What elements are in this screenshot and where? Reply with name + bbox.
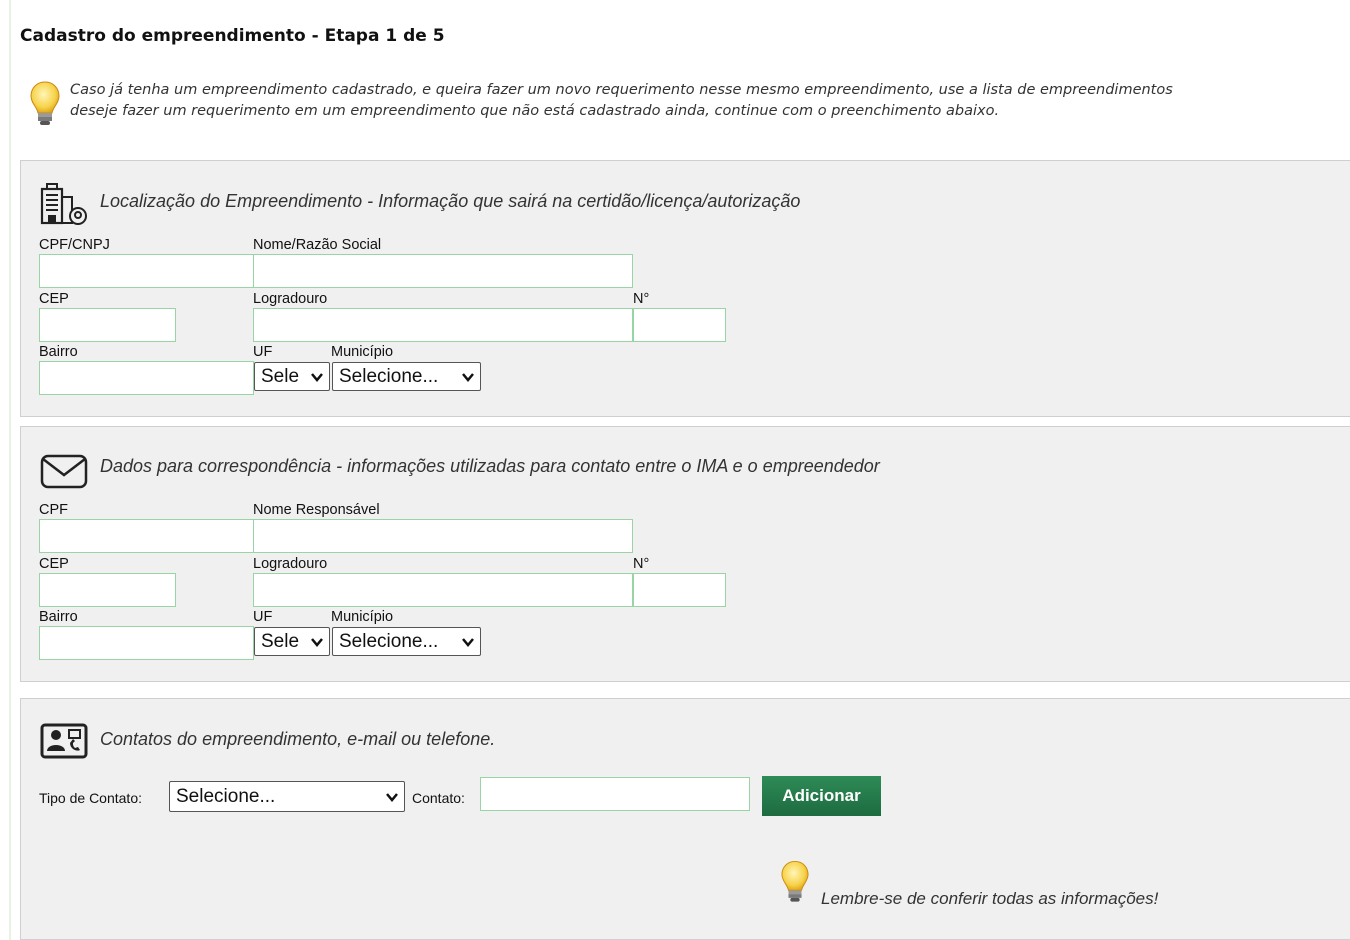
uf-select[interactable]: Sele bbox=[254, 362, 330, 391]
envelope-icon bbox=[40, 454, 88, 489]
correspondence-panel: Dados para correspondência - informações… bbox=[20, 426, 1350, 682]
correspondence-title: Dados para correspondência - informações… bbox=[100, 456, 880, 476]
tip-line-2: deseje fazer um requerimento em um empre… bbox=[70, 103, 1000, 119]
cep-label: CEP bbox=[39, 556, 69, 572]
left-rule bbox=[9, 0, 11, 940]
lightbulb-icon bbox=[781, 860, 809, 902]
city-label: Município bbox=[331, 609, 394, 625]
chevron-down-icon bbox=[462, 372, 474, 382]
uf-select-value: Sele bbox=[261, 630, 300, 652]
chevron-down-icon bbox=[311, 372, 323, 382]
page-title: Cadastro do empreendimento - Etapa 1 de … bbox=[20, 26, 445, 46]
tip-line-1: Caso já tenha um empreendimento cadastra… bbox=[70, 82, 1173, 98]
location-panel: Localização do Empreendimento - Informaç… bbox=[20, 160, 1350, 417]
cpf-cnpj-label: CPF/CNPJ bbox=[39, 237, 110, 253]
name-input[interactable] bbox=[253, 254, 633, 288]
contact-card-icon bbox=[40, 723, 88, 759]
district-label: Bairro bbox=[39, 344, 78, 360]
responsible-name-input[interactable] bbox=[253, 519, 633, 553]
street-label: Logradouro bbox=[253, 556, 328, 572]
street-input[interactable] bbox=[253, 573, 633, 607]
contacts-panel: Contatos do empreendimento, e-mail ou te… bbox=[20, 698, 1350, 940]
number-input[interactable] bbox=[633, 308, 726, 342]
number-input[interactable] bbox=[633, 573, 726, 607]
number-label: N° bbox=[633, 556, 650, 572]
city-label: Município bbox=[331, 344, 394, 360]
contact-type-label: Tipo de Contato: bbox=[39, 790, 142, 806]
tip-text: Caso já tenha um empreendimento cadastra… bbox=[70, 80, 1350, 122]
reminder-text: Lembre-se de conferir todas as informaçõ… bbox=[821, 889, 1159, 908]
contact-type-select[interactable]: Selecione... bbox=[169, 781, 405, 812]
chevron-down-icon bbox=[386, 792, 398, 802]
cpf-cnpj-input[interactable] bbox=[39, 254, 254, 288]
city-select-value: Selecione... bbox=[339, 365, 439, 387]
street-input[interactable] bbox=[253, 308, 633, 342]
district-input[interactable] bbox=[39, 361, 254, 395]
city-select-value: Selecione... bbox=[339, 630, 439, 652]
cep-input[interactable] bbox=[39, 573, 176, 607]
uf-select-value: Sele bbox=[261, 365, 300, 387]
contact-label: Contato: bbox=[412, 790, 465, 806]
responsible-name-label: Nome Responsável bbox=[253, 502, 380, 518]
name-label: Nome/Razão Social bbox=[253, 237, 382, 253]
add-contact-button[interactable]: Adicionar bbox=[762, 776, 881, 816]
building-location-icon bbox=[40, 183, 87, 225]
contact-type-value: Selecione... bbox=[176, 785, 276, 807]
city-select[interactable]: Selecione... bbox=[332, 362, 481, 391]
city-select[interactable]: Selecione... bbox=[332, 627, 481, 656]
uf-select[interactable]: Sele bbox=[254, 627, 330, 656]
number-label: N° bbox=[633, 291, 650, 307]
district-label: Bairro bbox=[39, 609, 78, 625]
contact-input[interactable] bbox=[480, 777, 750, 811]
cep-label: CEP bbox=[39, 291, 69, 307]
district-input[interactable] bbox=[39, 626, 254, 660]
uf-label: UF bbox=[253, 609, 273, 625]
cep-input[interactable] bbox=[39, 308, 176, 342]
lightbulb-icon bbox=[30, 81, 60, 125]
street-label: Logradouro bbox=[253, 291, 328, 307]
cpf-label: CPF bbox=[39, 502, 68, 518]
chevron-down-icon bbox=[311, 637, 323, 647]
location-title: Localização do Empreendimento - Informaç… bbox=[100, 191, 801, 211]
uf-label: UF bbox=[253, 344, 273, 360]
contacts-title: Contatos do empreendimento, e-mail ou te… bbox=[100, 729, 496, 749]
cpf-input[interactable] bbox=[39, 519, 254, 553]
chevron-down-icon bbox=[462, 637, 474, 647]
